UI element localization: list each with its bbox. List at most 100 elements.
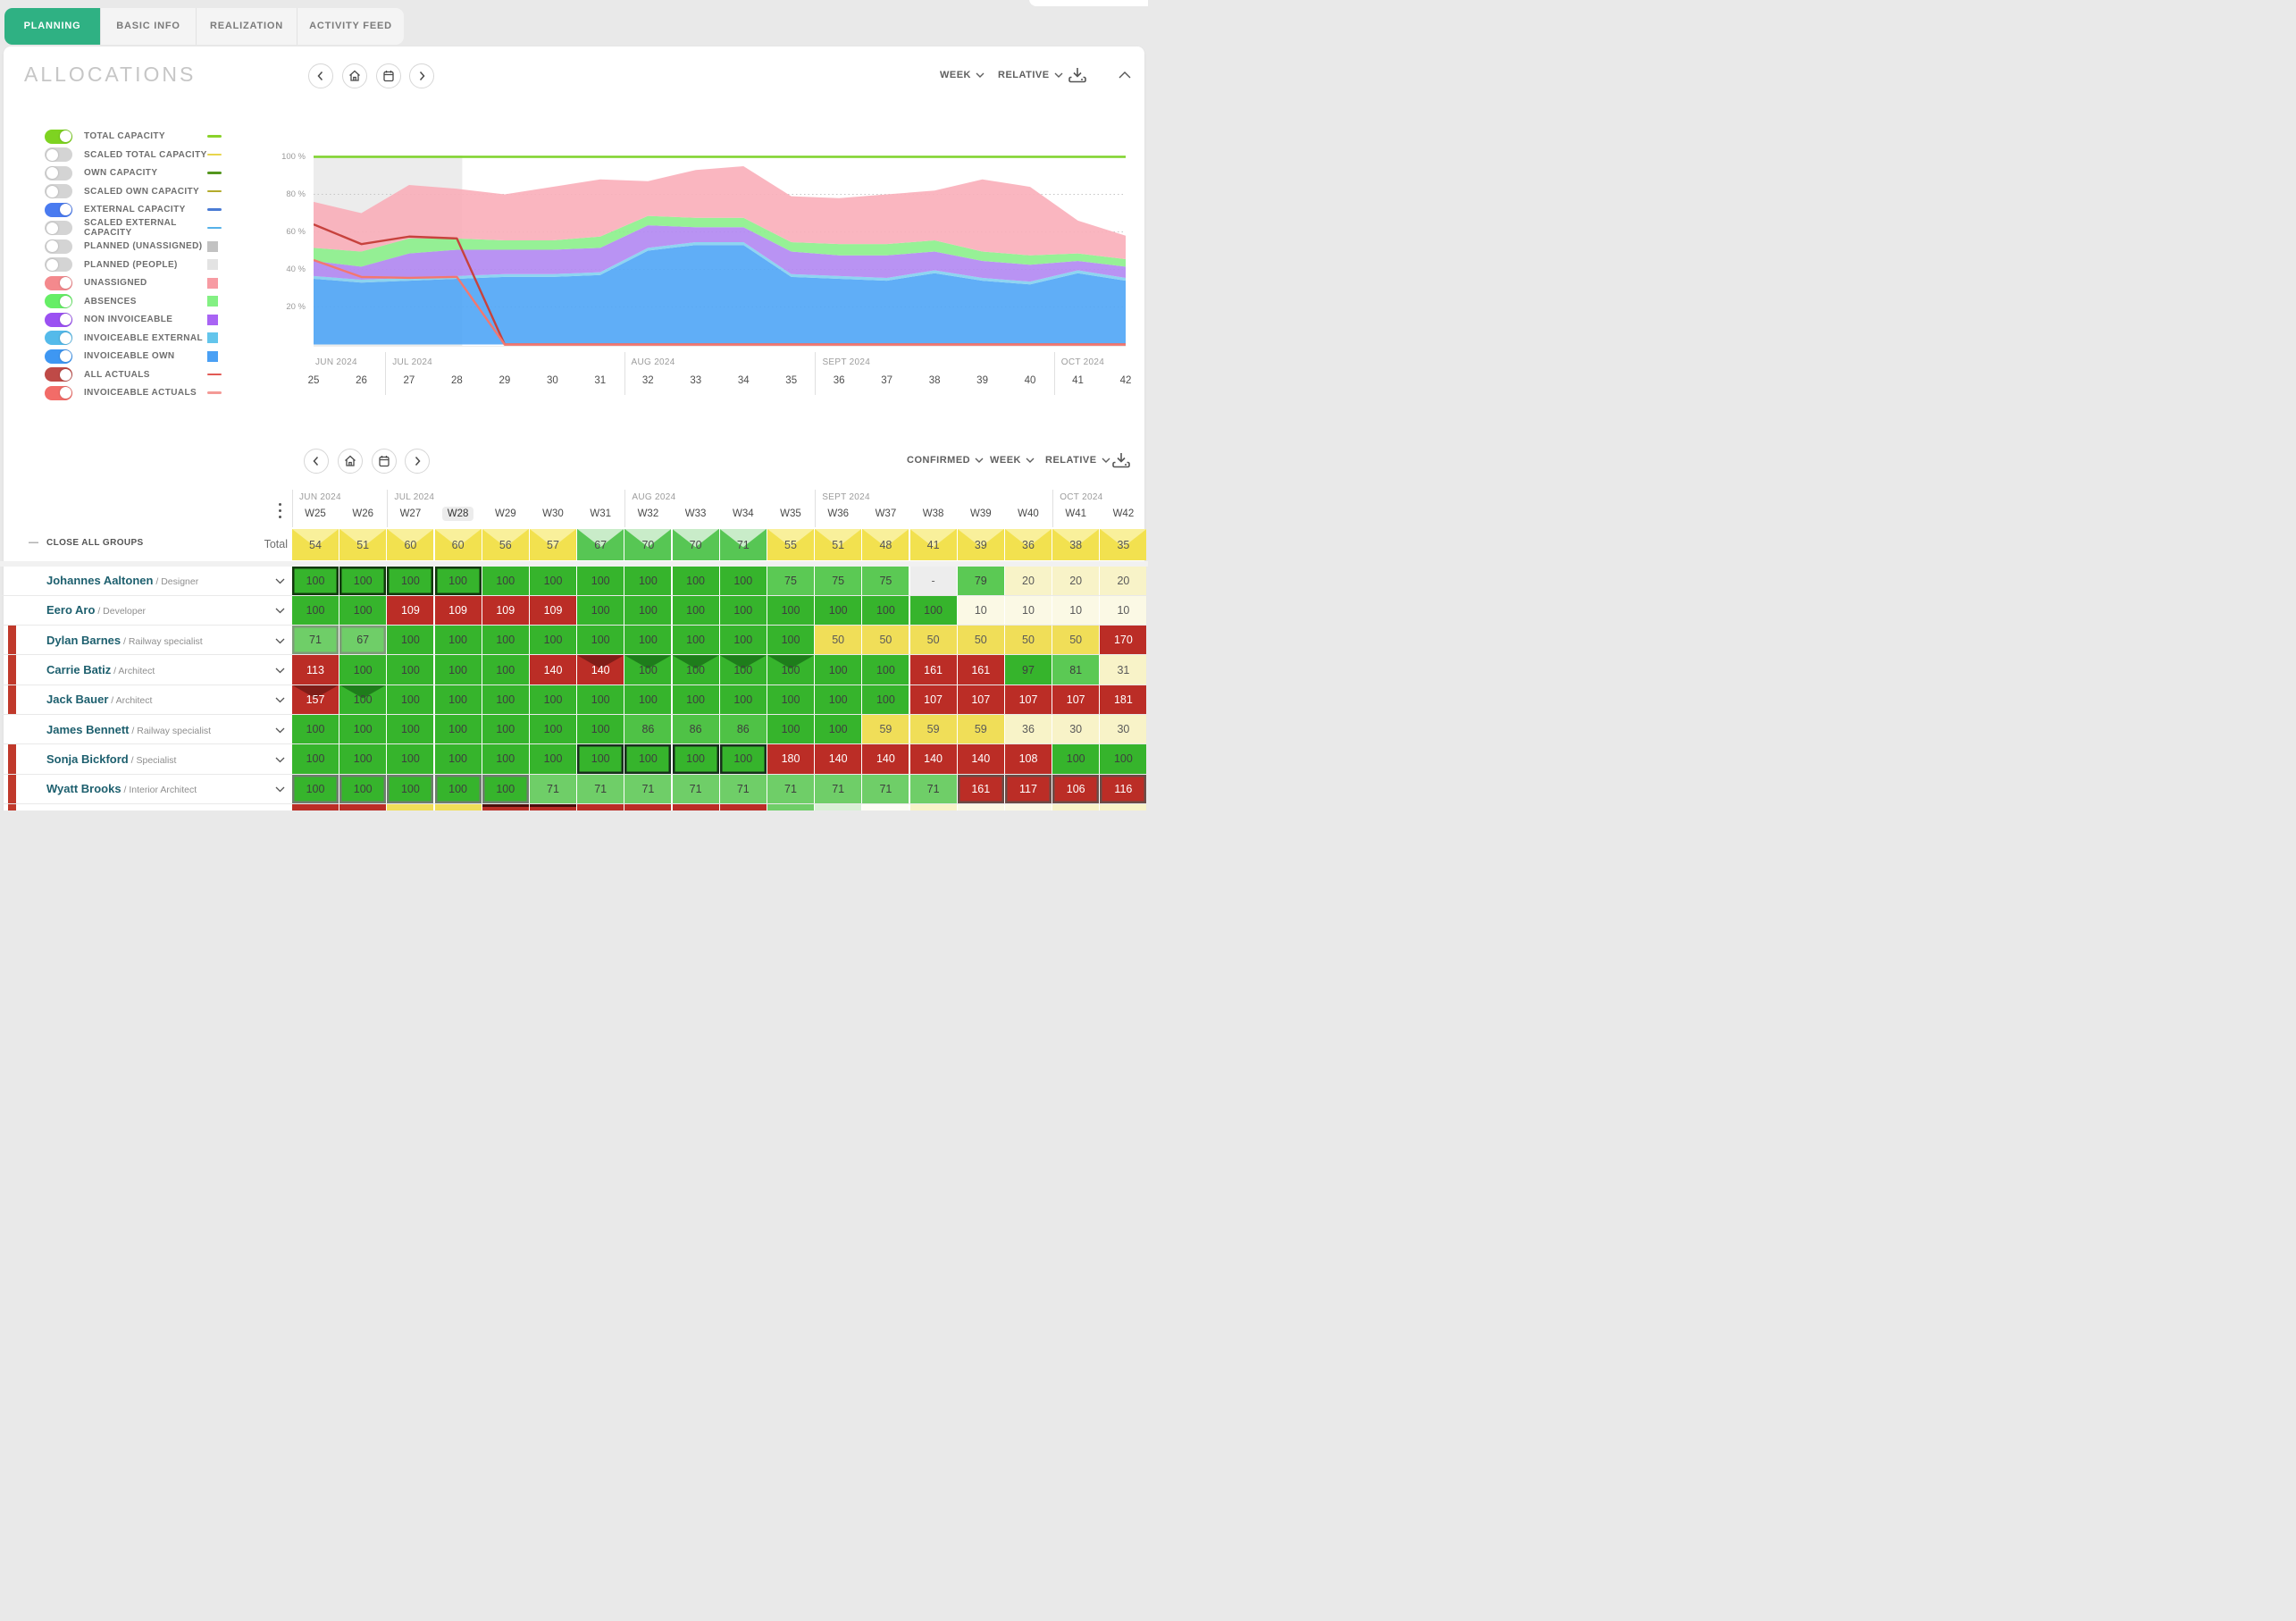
allocation-cell-w29[interactable]: 100	[482, 566, 529, 595]
row-expand-chevron-icon[interactable]	[275, 662, 285, 678]
allocation-cell-w33[interactable]: 100	[672, 595, 719, 626]
row-expand-chevron-icon[interactable]	[275, 781, 285, 797]
allocation-cell-w36[interactable]: 71	[815, 774, 862, 803]
allocation-cell-w35[interactable]: 100	[767, 685, 814, 714]
allocation-cell-w29[interactable]	[482, 803, 529, 810]
allocation-cell-w40[interactable]: 36	[1005, 715, 1052, 744]
allocation-cell-w27[interactable]: 100	[387, 566, 434, 595]
allocation-cell-w35[interactable]: 100	[767, 655, 814, 685]
allocation-cell-w31[interactable]: 100	[577, 595, 624, 626]
chart-home-button[interactable]	[342, 63, 367, 88]
legend-toggle-planned-people-[interactable]	[45, 257, 72, 272]
allocation-cell-w31[interactable]: 71	[577, 774, 624, 803]
allocation-cell-w30[interactable]: 71	[530, 774, 576, 803]
allocation-cell-w38[interactable]: -	[909, 566, 957, 595]
allocation-cell-w31[interactable]: 100	[577, 685, 624, 714]
allocation-cell-w25[interactable]: 113	[292, 655, 339, 685]
allocation-cell-w30[interactable]: 100	[530, 715, 576, 744]
row-expand-chevron-icon[interactable]	[275, 633, 285, 649]
row-expand-chevron-icon[interactable]	[275, 692, 285, 708]
allocation-cell-w41[interactable]: 100	[1052, 744, 1100, 774]
legend-toggle-unassigned[interactable]	[45, 275, 72, 290]
allocation-cell-w35[interactable]	[767, 803, 814, 810]
table-mode-dropdown[interactable]: RELATIVE	[1045, 455, 1110, 466]
row-expand-chevron-icon[interactable]	[275, 573, 285, 589]
allocation-cell-w41[interactable]: 107	[1052, 685, 1100, 714]
close-all-groups[interactable]: — CLOSE ALL GROUPS	[29, 537, 144, 548]
chart-prev-button[interactable]	[308, 63, 333, 88]
allocation-cell-w42[interactable]	[1100, 803, 1147, 810]
allocation-cell-w29[interactable]: 109	[482, 595, 529, 626]
allocation-cell-w30[interactable]: 100	[530, 685, 576, 714]
legend-toggle-invoiceable-own[interactable]	[45, 349, 72, 364]
allocation-cell-w36[interactable]: 100	[815, 715, 862, 744]
total-cell-w40[interactable]: 36	[1005, 529, 1052, 560]
table-confirm-dropdown[interactable]: CONFIRMED	[907, 455, 984, 466]
total-cell-w36[interactable]: 51	[815, 529, 862, 560]
allocation-cell-w28[interactable]: 100	[434, 774, 482, 803]
person-name[interactable]: Johannes Aaltonen / Designer	[46, 573, 198, 589]
allocation-cell-w29[interactable]: 100	[482, 715, 529, 744]
allocation-cell-w38[interactable]: 161	[909, 655, 957, 685]
allocation-cell-w33[interactable]: 100	[672, 566, 719, 595]
allocation-cell-w34[interactable]: 100	[719, 566, 767, 595]
person-name[interactable]: Dylan Barnes / Railway specialist	[46, 633, 203, 649]
allocation-cell-w26[interactable]: 67	[339, 626, 387, 655]
allocation-cell-w42[interactable]: 10	[1100, 595, 1147, 626]
allocation-cell-w26[interactable]: 100	[339, 774, 387, 803]
allocation-cell-w29[interactable]: 100	[482, 685, 529, 714]
allocation-cell-w28[interactable]: 100	[434, 715, 482, 744]
allocation-cell-w32[interactable]: 100	[624, 595, 672, 626]
allocation-cell-w27[interactable]: 100	[387, 715, 434, 744]
tab-basic-info[interactable]: BASIC INFO	[100, 8, 196, 45]
allocation-cell-w37[interactable]: 100	[862, 655, 909, 685]
total-cell-w25[interactable]: 54	[292, 529, 339, 560]
allocation-cell-w34[interactable]: 86	[719, 715, 767, 744]
allocation-cell-w30[interactable]	[530, 803, 576, 810]
chart-calendar-button[interactable]	[375, 63, 401, 88]
allocation-cell-w26[interactable]: 100	[339, 566, 387, 595]
total-cell-w35[interactable]: 55	[767, 529, 814, 560]
allocation-cell-w32[interactable]	[624, 803, 672, 810]
allocation-cell-w28[interactable]: 100	[434, 655, 482, 685]
table-home-button[interactable]	[338, 449, 363, 474]
allocation-cell-w38[interactable]: 50	[909, 626, 957, 655]
allocation-cell-w27[interactable]: 100	[387, 744, 434, 774]
person-name[interactable]: Jack Bauer / Architect	[46, 692, 152, 708]
allocation-cell-w40[interactable]: 117	[1005, 774, 1052, 803]
allocation-cell-w33[interactable]: 100	[672, 655, 719, 685]
table-next-button[interactable]	[405, 449, 430, 474]
allocation-cell-w36[interactable]: 100	[815, 685, 862, 714]
allocation-cell-w31[interactable]: 140	[577, 655, 624, 685]
total-cell-w33[interactable]: 70	[672, 529, 719, 560]
allocation-cell-w34[interactable]: 100	[719, 595, 767, 626]
allocation-cell-w26[interactable]: 100	[339, 685, 387, 714]
legend-toggle-scaled-external-capacity[interactable]	[45, 221, 72, 235]
allocation-cell-w37[interactable]: 71	[862, 774, 909, 803]
allocation-cell-w33[interactable]: 71	[672, 774, 719, 803]
allocation-cell-w40[interactable]: 97	[1005, 655, 1052, 685]
allocation-cell-w39[interactable]: 50	[957, 626, 1004, 655]
allocation-cell-w42[interactable]: 181	[1100, 685, 1147, 714]
allocation-cell-w26[interactable]: 100	[339, 655, 387, 685]
chart-mode-dropdown[interactable]: RELATIVE	[998, 70, 1063, 80]
allocation-cell-w27[interactable]	[387, 803, 434, 810]
allocation-cell-w40[interactable]: 50	[1005, 626, 1052, 655]
allocation-cell-w33[interactable]	[672, 803, 719, 810]
allocation-cell-w42[interactable]: 116	[1100, 774, 1147, 803]
allocation-cell-w32[interactable]: 100	[624, 685, 672, 714]
allocation-cell-w41[interactable]: 10	[1052, 595, 1100, 626]
allocation-cell-w42[interactable]: 31	[1100, 655, 1147, 685]
allocation-cell-w40[interactable]: 108	[1005, 744, 1052, 774]
allocation-cell-w39[interactable]: 59	[957, 715, 1004, 744]
allocation-cell-w27[interactable]: 100	[387, 774, 434, 803]
legend-toggle-scaled-own-capacity[interactable]	[45, 184, 72, 198]
allocation-cell-w35[interactable]: 75	[767, 566, 814, 595]
allocation-cell-w25[interactable]: 71	[292, 626, 339, 655]
allocation-cell-w31[interactable]: 100	[577, 626, 624, 655]
allocation-cell-w36[interactable]: 100	[815, 595, 862, 626]
allocation-cell-w40[interactable]: 107	[1005, 685, 1052, 714]
person-name[interactable]: Sonja Bickford / Specialist	[46, 752, 176, 768]
allocation-cell-w37[interactable]: 75	[862, 566, 909, 595]
total-cell-w38[interactable]: 41	[909, 529, 957, 560]
